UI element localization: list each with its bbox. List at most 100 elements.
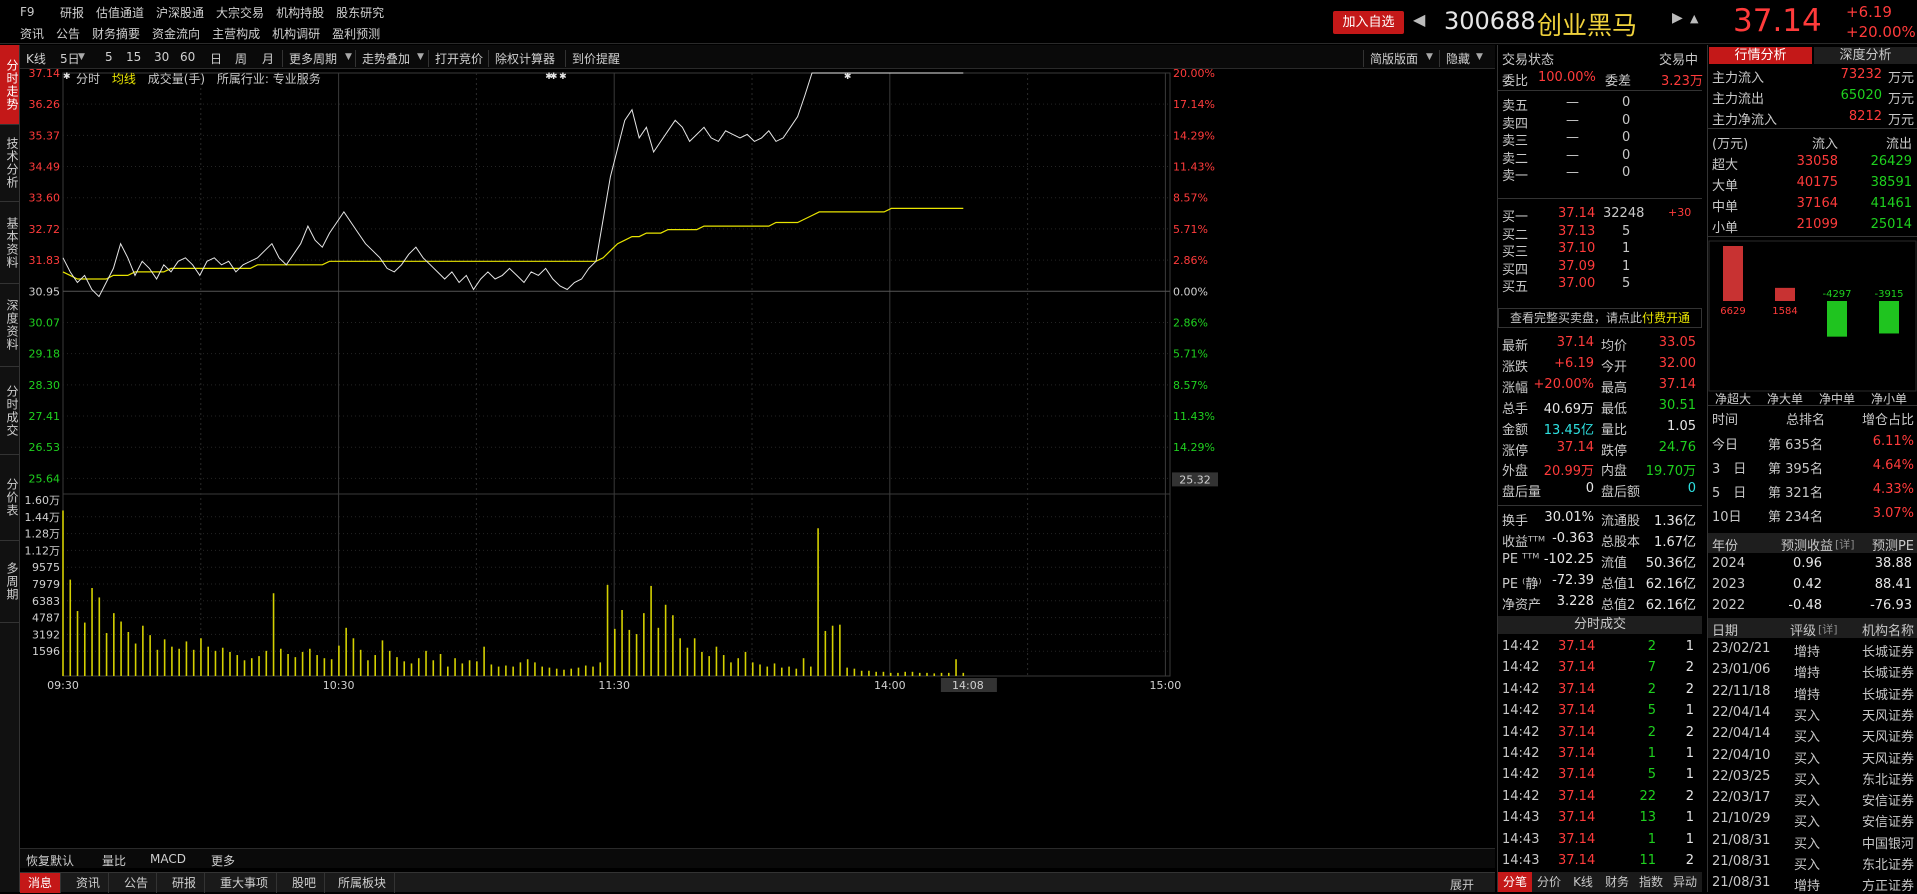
- tab-announcements[interactable]: 公告: [116, 873, 158, 893]
- tab-sector[interactable]: 所属板块: [330, 873, 396, 893]
- quote-tab[interactable]: 财务: [1600, 872, 1634, 892]
- rating-row[interactable]: 23/01/06 增持 长城证券: [1708, 660, 1917, 681]
- tab-more[interactable]: 更多: [211, 852, 235, 869]
- quote-tab[interactable]: K线: [1566, 872, 1600, 892]
- chevron-down-icon[interactable]: ▼: [1476, 52, 1483, 62]
- menu-shareholder[interactable]: 股东研究: [336, 4, 384, 21]
- tool-5day-select[interactable]: 5日: [60, 50, 80, 67]
- nav-timeshare[interactable]: 分时走势: [0, 45, 19, 125]
- add-favorite-button[interactable]: 加入自选: [1333, 11, 1404, 34]
- bid-price[interactable]: 37.00: [1558, 276, 1595, 291]
- ask-price[interactable]: —: [1566, 165, 1579, 180]
- bid-price[interactable]: 37.14: [1558, 206, 1595, 221]
- tool-auction[interactable]: 打开竞价: [428, 50, 483, 67]
- menu-hsgt[interactable]: 沪深股通: [156, 4, 204, 21]
- tool-hide[interactable]: 隐藏: [1439, 50, 1470, 67]
- nav-trades[interactable]: 分时成交: [0, 367, 19, 455]
- menu-valuation[interactable]: 估值通道: [96, 4, 144, 21]
- tab-info[interactable]: 资讯: [68, 873, 110, 893]
- ask-price[interactable]: —: [1566, 113, 1579, 128]
- event-star-icon[interactable]: ✱: [844, 72, 852, 82]
- tool-simple-layout[interactable]: 简版版面: [1363, 50, 1418, 67]
- tool-30[interactable]: 30: [154, 50, 169, 64]
- quote-tab[interactable]: 指数: [1634, 872, 1668, 892]
- nav-basic-info[interactable]: 基本资料: [0, 202, 19, 284]
- tool-5[interactable]: 5: [105, 50, 113, 64]
- menu-business[interactable]: 主营构成: [212, 25, 260, 42]
- chevron-down-icon[interactable]: ▼: [1426, 52, 1433, 62]
- bid-price[interactable]: 37.13: [1558, 224, 1595, 239]
- menu-finance[interactable]: 财务摘要: [92, 25, 140, 42]
- ask-price[interactable]: —: [1566, 148, 1579, 163]
- rating-row[interactable]: 21/08/31 买入 东北证券: [1708, 852, 1917, 873]
- tab-forum[interactable]: 股吧: [284, 873, 326, 893]
- tab-deep-analysis[interactable]: 深度分析: [1814, 47, 1917, 64]
- chart-info-timeshare[interactable]: 分时: [76, 72, 100, 86]
- chevron-down-icon[interactable]: ▼: [345, 52, 352, 62]
- f9-label[interactable]: F9: [20, 5, 35, 19]
- nav-price-table[interactable]: 分价表: [0, 455, 19, 541]
- expand-button[interactable]: 展开: [1450, 876, 1474, 893]
- menu-fund-flow[interactable]: 资金流向: [152, 25, 200, 42]
- tool-overlay[interactable]: 走势叠加: [355, 50, 410, 67]
- chart-area[interactable]: 分时 均线 成交量(手) 所属行业: 专业服务 37.14 36.26 35.37 3…: [20, 67, 1495, 846]
- quote-tab[interactable]: 分笔: [1498, 872, 1532, 892]
- rating-row[interactable]: 22/04/14 买入 天风证券: [1708, 724, 1917, 745]
- tool-15[interactable]: 15: [126, 50, 141, 64]
- menu-yanbao[interactable]: 研报: [60, 4, 84, 21]
- rating-row[interactable]: 22/04/14 买入 天风证券: [1708, 703, 1917, 724]
- bid-price[interactable]: 37.09: [1558, 259, 1595, 274]
- tab-volume-ratio[interactable]: 量比: [102, 852, 126, 869]
- ask-price[interactable]: —: [1566, 130, 1579, 145]
- chart-info-avgline[interactable]: 均线: [112, 72, 136, 86]
- tool-price-alert[interactable]: 到价提醒: [565, 50, 620, 67]
- rating-row[interactable]: 23/02/21 增持 长城证券: [1708, 639, 1917, 660]
- pay-link[interactable]: 付费开通: [1642, 311, 1690, 325]
- orderbook-banner[interactable]: 查看完整买卖盘，请点此付费开通: [1498, 308, 1702, 328]
- quote-tab[interactable]: 分价: [1532, 872, 1566, 892]
- menu-institution-hold[interactable]: 机构持股: [276, 4, 324, 21]
- rating-row[interactable]: 21/08/31 增持 方正证券: [1708, 873, 1917, 894]
- menu-news[interactable]: 资讯: [20, 25, 44, 42]
- tab-macd[interactable]: MACD: [150, 852, 186, 866]
- tool-exright[interactable]: 除权计算器: [488, 50, 555, 67]
- tool-day[interactable]: 日: [210, 50, 222, 67]
- bid-price[interactable]: 37.10: [1558, 241, 1595, 256]
- nav-deep-info[interactable]: 深度资料: [0, 284, 19, 367]
- nav-technical[interactable]: 技术分析: [0, 125, 19, 202]
- menu-research[interactable]: 机构调研: [272, 25, 320, 42]
- menu-block-trade[interactable]: 大宗交易: [216, 4, 264, 21]
- event-star-icon[interactable]: ✱: [559, 72, 567, 82]
- bell-icon[interactable]: ▲: [1690, 12, 1698, 25]
- prev-stock-icon[interactable]: ◀: [1413, 10, 1425, 29]
- tool-60[interactable]: 60: [180, 50, 195, 64]
- rating-row[interactable]: 22/03/17 买入 安信证券: [1708, 788, 1917, 809]
- menu-forecast[interactable]: 盈利预测: [332, 25, 380, 42]
- tool-more-period[interactable]: 更多周期: [282, 50, 337, 67]
- rating-row[interactable]: 22/03/25 买入 东北证券: [1708, 767, 1917, 788]
- rating-row[interactable]: 21/08/31 买入 中国银河: [1708, 831, 1917, 852]
- chart-info-industry[interactable]: 所属行业: 专业服务: [217, 72, 321, 86]
- ratings-detail-link[interactable]: [详]: [1818, 621, 1838, 637]
- menu-announce[interactable]: 公告: [56, 25, 80, 42]
- event-star-icon[interactable]: ✱: [63, 72, 71, 82]
- nav-multi-period[interactable]: 多周期: [0, 541, 19, 623]
- tab-messages[interactable]: 消息: [20, 873, 62, 893]
- tool-week[interactable]: 周: [235, 50, 247, 67]
- ask-price[interactable]: —: [1566, 95, 1579, 110]
- tab-reset[interactable]: 恢复默认: [26, 852, 74, 869]
- chart-info-volume[interactable]: 成交量(手): [148, 72, 205, 86]
- tab-research[interactable]: 研报: [164, 873, 206, 893]
- tool-month[interactable]: 月: [262, 50, 274, 67]
- tab-major-events[interactable]: 重大事项: [212, 873, 278, 893]
- rating-row[interactable]: 21/10/29 买入 安信证券: [1708, 809, 1917, 830]
- chevron-down-icon[interactable]: ▼: [417, 52, 424, 62]
- chevron-down-icon[interactable]: ▼: [78, 52, 85, 62]
- quote-tab[interactable]: 异动: [1668, 872, 1702, 892]
- next-stock-icon[interactable]: ▶: [1672, 10, 1683, 26]
- event-star-icon[interactable]: ✱: [550, 72, 558, 82]
- tool-kline[interactable]: K线: [26, 50, 46, 67]
- forecast-detail-link[interactable]: [详]: [1835, 536, 1855, 552]
- rating-row[interactable]: 22/11/18 增持 长城证券: [1708, 682, 1917, 703]
- tab-market-analysis[interactable]: 行情分析: [1709, 47, 1812, 64]
